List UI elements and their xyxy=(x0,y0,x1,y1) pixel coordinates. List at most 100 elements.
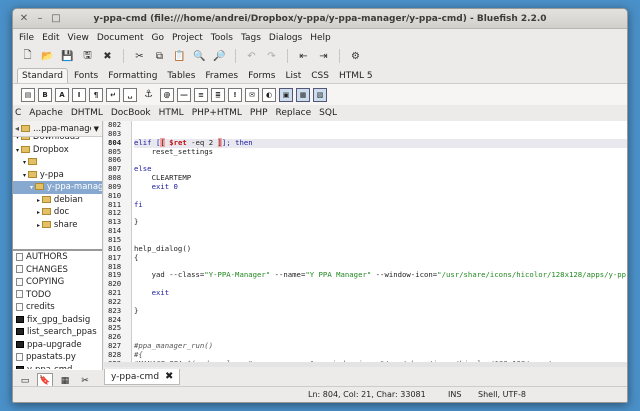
code-line[interactable]: exit 0 xyxy=(134,182,627,192)
code-line[interactable]: } xyxy=(134,306,627,316)
email-link-icon[interactable]: ✉ xyxy=(245,87,259,102)
nbsp-icon[interactable]: ␣ xyxy=(123,87,137,102)
menu-edit[interactable]: Edit xyxy=(42,33,59,43)
code-line[interactable]: #ppa_manager_run() xyxy=(134,341,627,351)
tab-html-5[interactable]: HTML 5 xyxy=(335,69,377,83)
close-file-icon[interactable]: ✖ xyxy=(99,48,116,64)
new-file-icon[interactable]: 🗋 xyxy=(19,48,36,64)
thumbnail-icon[interactable]: ▦ xyxy=(296,87,310,102)
menu2-apache[interactable]: Apache xyxy=(29,108,63,118)
charmap-tab-icon[interactable]: ▦ xyxy=(57,373,73,387)
center-icon[interactable]: ≡ xyxy=(194,87,208,102)
quickstart-icon[interactable]: ▤ xyxy=(21,87,35,102)
color-icon[interactable]: ◐ xyxy=(262,87,276,102)
file-item[interactable]: AUTHORS xyxy=(13,251,102,264)
tab-frames[interactable]: Frames xyxy=(201,69,242,83)
code-line[interactable]: else xyxy=(134,164,627,174)
italic-icon[interactable]: I xyxy=(72,87,86,102)
menu2-docbook[interactable]: DocBook xyxy=(111,108,151,118)
menu-document[interactable]: Document xyxy=(97,33,144,43)
code-line[interactable] xyxy=(134,280,627,289)
tree-item[interactable]: ▾ Dropbox xyxy=(13,144,102,157)
code-line[interactable] xyxy=(134,227,627,236)
menu-tags[interactable]: Tags xyxy=(241,33,261,43)
chevron-down-icon[interactable]: ▼ xyxy=(91,125,102,133)
close-window-icon[interactable]: ✕ xyxy=(17,12,31,26)
code-line[interactable] xyxy=(134,121,627,130)
menu-dialogs[interactable]: Dialogs xyxy=(269,33,302,43)
title-bar[interactable]: ✕ – □ y-ppa-cmd (file:///home/andrei/Dro… xyxy=(13,9,627,29)
code-line[interactable]: help_dialog() xyxy=(134,244,627,254)
file-item[interactable]: CHANGES xyxy=(13,264,102,277)
anchor-icon[interactable]: ⚓ xyxy=(140,87,157,103)
file-item[interactable]: y-ppa-cmd xyxy=(13,364,102,369)
code-line[interactable] xyxy=(134,236,627,245)
tab-css[interactable]: CSS xyxy=(307,69,333,83)
body-icon[interactable]: B xyxy=(38,87,52,102)
code-line[interactable] xyxy=(134,316,627,325)
code-editor[interactable]: 802 803 804 805 806 807 808 809 810 811 812 813 814 8… xyxy=(104,121,627,367)
tab-list[interactable]: List xyxy=(282,69,306,83)
folder-up-icon[interactable]: ◂ xyxy=(13,124,21,133)
save-icon[interactable]: 💾 xyxy=(59,48,76,64)
menu2-html[interactable]: HTML xyxy=(159,108,184,118)
cut-icon[interactable]: ✂ xyxy=(131,48,148,64)
tree-item[interactable]: ▸ share xyxy=(13,219,102,232)
tab-standard[interactable]: Standard xyxy=(17,68,68,83)
menu2-php[interactable]: PHP xyxy=(250,108,268,118)
save-as-icon[interactable]: 🖫 xyxy=(79,48,96,64)
tree-item[interactable]: ▸ doc xyxy=(13,206,102,219)
code-line[interactable]: } xyxy=(134,217,627,227)
open-file-icon[interactable]: 📂 xyxy=(39,48,56,64)
tree-item[interactable]: ▸ debian xyxy=(13,194,102,207)
menu-file[interactable]: File xyxy=(19,33,34,43)
tab-tables[interactable]: Tables xyxy=(163,69,199,83)
menu-project[interactable]: Project xyxy=(172,33,203,43)
indent-icon[interactable]: ⇥ xyxy=(315,48,332,64)
undo-icon[interactable]: ↶ xyxy=(243,48,260,64)
code-line[interactable]: reset_settings xyxy=(134,147,627,157)
paste-icon[interactable]: 📋 xyxy=(171,48,188,64)
code-line[interactable]: CLEARTEMP xyxy=(134,173,627,183)
tree-item[interactable]: ▾ y-ppa-manager xyxy=(13,181,102,194)
tab-formatting[interactable]: Formatting xyxy=(104,69,161,83)
menu2-replace[interactable]: Replace xyxy=(276,108,312,118)
file-item[interactable]: list_search_ppas xyxy=(13,326,102,339)
file-item[interactable]: ppa-upgrade xyxy=(13,339,102,352)
unindent-icon[interactable]: ⇤ xyxy=(295,48,312,64)
file-item[interactable]: COPYING xyxy=(13,276,102,289)
minimize-window-icon[interactable]: – xyxy=(33,12,47,26)
code-line[interactable] xyxy=(134,209,627,218)
file-item[interactable]: ppastats.py xyxy=(13,351,102,364)
email-icon[interactable]: @ xyxy=(160,87,174,102)
multi-thumbnail-icon[interactable]: ▧ xyxy=(313,87,327,102)
tab-forms[interactable]: Forms xyxy=(244,69,279,83)
bold-icon[interactable]: A xyxy=(55,87,69,102)
file-item[interactable]: TODO xyxy=(13,289,102,302)
menu-help[interactable]: Help xyxy=(310,33,331,43)
tab-fonts[interactable]: Fonts xyxy=(70,69,102,83)
copy-icon[interactable]: ⧉ xyxy=(151,48,168,64)
menu-tools[interactable]: Tools xyxy=(211,33,233,43)
image-icon[interactable]: ▣ xyxy=(279,87,293,102)
menu2-c[interactable]: C xyxy=(15,108,21,118)
code-line[interactable]: exit xyxy=(134,288,627,298)
break-icon[interactable]: ↵ xyxy=(106,87,120,102)
menu-view[interactable]: View xyxy=(68,33,89,43)
comment-icon[interactable]: ! xyxy=(228,87,242,102)
snippets-tab-icon[interactable]: ✂ xyxy=(77,373,93,387)
tree-item[interactable]: ▾ y-ppa xyxy=(13,169,102,182)
bookmarks-tab-icon[interactable]: 🔖 xyxy=(37,373,53,387)
menu2-sql[interactable]: SQL xyxy=(319,108,337,118)
document-tab[interactable]: y-ppa-cmd ✖ xyxy=(104,369,181,385)
redo-icon[interactable]: ↷ xyxy=(263,48,280,64)
menu2-php-html[interactable]: PHP+HTML xyxy=(192,108,242,118)
file-item[interactable]: credits xyxy=(13,301,102,314)
code-line[interactable]: { xyxy=(134,253,627,263)
find-replace-icon[interactable]: 🔎 xyxy=(211,48,228,64)
close-tab-icon[interactable]: ✖ xyxy=(165,371,173,382)
menu-go[interactable]: Go xyxy=(152,33,164,43)
location-combo[interactable]: ◂ ...ppa-manager ▼ xyxy=(13,121,102,137)
code-line[interactable] xyxy=(134,156,627,165)
code-area[interactable]: elif [[ $ret -eq 2 ]]; then reset_settin… xyxy=(134,121,627,367)
